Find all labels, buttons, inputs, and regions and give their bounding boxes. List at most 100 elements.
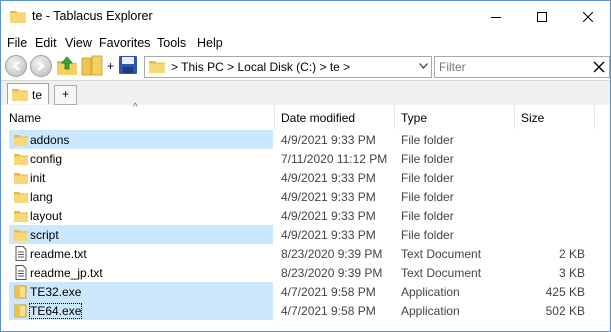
- folder-icon: [10, 11, 26, 23]
- explorer-window: te - Tablacus Explorer File Edit View Fa…: [0, 0, 611, 332]
- file-size: 502 KB: [545, 304, 585, 318]
- file-type: File folder: [401, 152, 454, 166]
- file-type: Text Document: [401, 247, 482, 261]
- list-item[interactable]: addons 4/9/2021 9:33 PM File folder: [1, 130, 610, 149]
- file-date: 7/11/2020 11:12 PM: [281, 152, 388, 166]
- tab-label: te: [32, 88, 43, 102]
- list-item[interactable]: init 4/9/2021 9:33 PM File folder: [1, 168, 610, 187]
- folder-icon: [14, 154, 28, 165]
- maximize-icon: [537, 11, 547, 22]
- list-item[interactable]: lang 4/9/2021 9:33 PM File folder: [1, 187, 610, 206]
- toolbar: + > This PC > Local Disk (C:) > te > Fil…: [1, 53, 610, 80]
- text-file-icon: [15, 246, 27, 261]
- file-list: ^ Name Date modified Type Size addons 4/9…: [1, 102, 610, 331]
- file-date: 4/9/2021 9:33 PM: [281, 228, 376, 242]
- file-type: Text Document: [401, 266, 482, 280]
- list-header: ^ Name Date modified Type Size: [1, 102, 610, 129]
- save-icon[interactable]: [118, 55, 138, 75]
- list-item[interactable]: TE64.exe 4/7/2021 9:58 PM Application 502 K…: [1, 301, 610, 320]
- file-date: 4/9/2021 9:33 PM: [281, 171, 376, 185]
- file-type: File folder: [401, 171, 454, 185]
- filter-input[interactable]: Filter: [439, 60, 466, 74]
- folder-icon: [14, 230, 28, 241]
- minimize-button[interactable]: [473, 1, 519, 32]
- menu-view[interactable]: View: [65, 36, 92, 50]
- column-divider[interactable]: [594, 105, 595, 129]
- folders-icon[interactable]: [80, 54, 104, 76]
- file-name: readme_jp.txt: [30, 266, 103, 280]
- menu-tools[interactable]: Tools: [157, 36, 186, 50]
- column-divider[interactable]: [394, 105, 395, 129]
- folder-icon: [14, 173, 28, 184]
- file-date: 8/23/2020 9:39 PM: [281, 247, 383, 261]
- file-name: TE32.exe: [30, 285, 82, 299]
- file-date: 4/7/2021 9:58 PM: [281, 285, 376, 299]
- list-item[interactable]: config 7/11/2020 11:12 PM File folder: [1, 149, 610, 168]
- up-folder-icon[interactable]: [56, 54, 78, 76]
- menu-help[interactable]: Help: [197, 36, 223, 50]
- address-bar[interactable]: > This PC > Local Disk (C:) > te >: [144, 56, 432, 78]
- close-button[interactable]: [565, 1, 610, 32]
- file-type: File folder: [401, 190, 454, 204]
- plus-label: +: [107, 59, 115, 73]
- column-date[interactable]: Date modified: [281, 111, 355, 125]
- file-size: 2 KB: [558, 247, 585, 261]
- back-arrow-icon: [12, 61, 20, 71]
- column-type[interactable]: Type: [401, 111, 427, 125]
- file-date: 4/9/2021 9:33 PM: [281, 190, 376, 204]
- column-divider[interactable]: [514, 105, 515, 129]
- file-size: 425 KB: [545, 285, 585, 299]
- forward-button[interactable]: [30, 55, 52, 77]
- folder-icon: [14, 135, 28, 146]
- maximize-button[interactable]: [519, 1, 565, 32]
- file-size: 3 KB: [558, 266, 585, 280]
- list-item[interactable]: layout 4/9/2021 9:33 PM File folder: [1, 206, 610, 225]
- file-date: 4/9/2021 9:33 PM: [281, 209, 376, 223]
- file-name: addons: [30, 133, 70, 147]
- file-type: Application: [401, 285, 460, 299]
- file-name: config: [30, 152, 63, 166]
- list-item[interactable]: readme_jp.txt 8/23/2020 9:39 PM Text Docum…: [1, 263, 610, 282]
- close-icon: [583, 11, 593, 22]
- list-item[interactable]: script 4/9/2021 9:33 PM File folder: [1, 225, 610, 244]
- title-bar: te - Tablacus Explorer: [1, 1, 610, 32]
- list-item[interactable]: readme.txt 8/23/2020 9:39 PM Text Document…: [1, 244, 610, 263]
- menu-file[interactable]: File: [7, 36, 27, 50]
- menu-edit[interactable]: Edit: [35, 36, 57, 50]
- file-type: File folder: [401, 228, 454, 242]
- sort-up-icon: ^: [133, 102, 138, 113]
- address-path: > This PC > Local Disk (C:) > te >: [171, 60, 351, 74]
- chevron-down-icon[interactable]: [419, 63, 428, 69]
- exe-icon: [14, 285, 27, 299]
- file-name: layout: [30, 209, 63, 223]
- file-date: 4/7/2021 9:58 PM: [281, 304, 376, 318]
- tab-te[interactable]: te: [7, 83, 49, 104]
- file-name: script: [30, 228, 59, 242]
- back-button[interactable]: [5, 55, 27, 77]
- file-date: 4/9/2021 9:33 PM: [281, 133, 376, 147]
- column-size[interactable]: Size: [521, 111, 544, 125]
- minimize-icon: [491, 16, 501, 18]
- file-name: init: [30, 171, 46, 185]
- menu-bar: File Edit View Favorites Tools Help: [1, 34, 610, 53]
- column-divider[interactable]: [274, 105, 275, 129]
- new-tab-button[interactable]: +: [54, 85, 77, 105]
- folder-icon: [14, 192, 28, 203]
- folder-icon: [12, 89, 28, 101]
- close-icon[interactable]: [593, 61, 605, 73]
- text-file-icon: [15, 265, 27, 280]
- file-name: readme.txt: [30, 247, 87, 261]
- file-type: File folder: [401, 133, 454, 147]
- column-name[interactable]: Name: [9, 111, 41, 125]
- exe-icon: [14, 304, 27, 318]
- file-type: Application: [401, 304, 460, 318]
- filter-field[interactable]: Filter: [434, 56, 610, 78]
- menu-favorites[interactable]: Favorites: [99, 36, 150, 50]
- file-date: 8/23/2020 9:39 PM: [281, 266, 383, 280]
- folder-icon: [149, 61, 165, 73]
- file-name: TE64.exe: [28, 303, 83, 319]
- file-type: File folder: [401, 209, 454, 223]
- list-item[interactable]: TE32.exe 4/7/2021 9:58 PM Application 425 K…: [1, 282, 610, 301]
- folder-icon: [14, 211, 28, 222]
- window-title: te - Tablacus Explorer: [32, 9, 153, 23]
